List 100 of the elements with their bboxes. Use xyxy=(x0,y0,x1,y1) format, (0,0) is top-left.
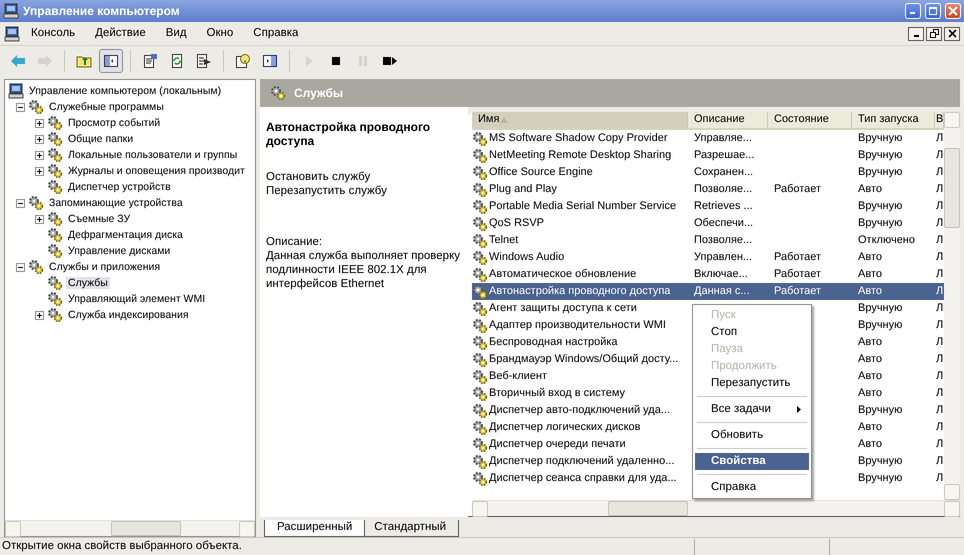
tree-item[interactable]: Запоминающие устройства xyxy=(47,196,185,210)
service-name[interactable]: Диспетчер авто-подключений уда... xyxy=(489,404,670,418)
service-name[interactable]: Вторичный вход в систему xyxy=(489,386,626,400)
service-name[interactable]: Windows Audio xyxy=(489,250,564,264)
panel-title: Службы xyxy=(294,86,344,100)
service-name[interactable]: Диспетчер очереди печати xyxy=(489,438,626,452)
table-cell: Л xyxy=(936,200,944,212)
gear-icon xyxy=(472,130,488,146)
service-name[interactable]: Брандмауэр Windows/Общий досту... xyxy=(489,352,678,366)
menu-item[interactable]: Все задачи xyxy=(695,401,809,418)
column-header[interactable]: Состояние xyxy=(768,112,852,128)
table-cell: Л xyxy=(936,472,944,484)
expand-toggle[interactable] xyxy=(35,166,44,176)
tree-item[interactable]: Служба индексирования xyxy=(66,308,191,322)
tree-item[interactable]: Просмотр событий xyxy=(66,116,162,130)
collapse-toggle[interactable] xyxy=(16,102,25,112)
gear-icon xyxy=(472,148,488,164)
column-label: Описание xyxy=(694,113,745,127)
table-cell: Вручную xyxy=(858,132,902,144)
help-icon xyxy=(235,53,251,69)
service-name[interactable]: Plug and Play xyxy=(489,182,557,196)
minimize-button[interactable] xyxy=(908,26,924,40)
table-cell: Вручную xyxy=(858,148,902,161)
menu-item[interactable]: Окно xyxy=(198,24,242,42)
service-name[interactable]: Portable Media Serial Number Service xyxy=(489,200,676,214)
service-name[interactable]: Диспетчер логических дисков xyxy=(489,420,641,434)
column-header[interactable]: Тип запуска xyxy=(852,112,935,128)
tree-item[interactable]: Службы xyxy=(66,276,110,290)
expand-toggle[interactable] xyxy=(35,134,44,144)
table-cell: Л xyxy=(936,166,944,178)
gear-icon xyxy=(472,182,488,198)
service-name[interactable]: NetMeeting Remote Desktop Sharing xyxy=(489,148,672,162)
tree-toggle-button[interactable] xyxy=(99,49,123,73)
service-name[interactable]: MS Software Shadow Copy Provider xyxy=(489,132,668,146)
tree-item[interactable]: Журналы и оповещения производит xyxy=(66,164,247,178)
menu-item[interactable]: Справка xyxy=(244,24,308,42)
service-name[interactable]: Веб-клиент xyxy=(489,370,548,384)
menu-item[interactable]: Действие xyxy=(86,24,155,42)
table-cell: Разрешае... xyxy=(694,148,754,161)
service-name[interactable]: Автонастройка проводного доступа xyxy=(489,284,670,298)
vertical-scrollbar[interactable] xyxy=(944,112,960,500)
gear-icon xyxy=(47,307,63,323)
menu-item[interactable]: Перезапустить xyxy=(695,375,809,392)
scroll-thumb[interactable] xyxy=(608,501,688,516)
close-icon xyxy=(948,29,956,38)
maximize-button[interactable] xyxy=(925,3,941,19)
menu-item[interactable]: Стоп xyxy=(695,324,809,341)
table-cell: Л xyxy=(936,132,944,144)
service-name[interactable]: Агент защиты доступа к сети xyxy=(489,302,637,316)
menu-item[interactable]: Обновить xyxy=(695,427,809,444)
column-header[interactable]: Описание xyxy=(688,112,768,128)
tree-item[interactable]: Локальные пользователи и группы xyxy=(66,148,240,162)
expand-toggle[interactable] xyxy=(35,214,44,224)
expand-toggle[interactable] xyxy=(35,118,44,128)
tree-item[interactable]: Съемные ЗУ xyxy=(66,212,132,226)
action-link[interactable]: Остановить xyxy=(266,170,329,183)
action-link[interactable]: Перезапустить xyxy=(266,184,346,197)
column-header[interactable]: Имя xyxy=(472,112,688,128)
menu-item[interactable]: Консоль xyxy=(22,24,84,42)
expand-toggle[interactable] xyxy=(35,310,44,320)
service-name[interactable]: Диспетчер сеанса справки для уда... xyxy=(489,472,677,486)
restore-button[interactable] xyxy=(926,26,942,40)
column-label: Тип запуска xyxy=(858,113,919,127)
description-text: Данная служба выполняет проверку подлинности IEEE 802.1X для интерфейсов Ethernet xyxy=(266,250,461,292)
tree-item[interactable]: Служебные программы xyxy=(47,100,166,114)
tree-item[interactable]: Управление компьютером (локальным) xyxy=(27,84,224,98)
scroll-thumb[interactable] xyxy=(111,521,181,536)
expand-toggle[interactable] xyxy=(35,150,44,160)
service-name[interactable]: Беспроводная настройка xyxy=(489,336,618,350)
tree-item[interactable]: Службы и приложения xyxy=(47,260,162,274)
service-name[interactable]: Автоматическое обновление xyxy=(489,268,636,282)
horizontal-scrollbar[interactable] xyxy=(5,520,255,536)
service-name[interactable]: Адаптер производительности WMI xyxy=(489,318,666,332)
tree-item[interactable]: Общие папки xyxy=(66,132,136,146)
service-name[interactable]: Office Source Engine xyxy=(489,166,593,180)
gear-icon xyxy=(47,179,63,195)
horizontal-scrollbar[interactable] xyxy=(472,500,960,516)
properties-icon xyxy=(142,53,158,69)
tree-item[interactable]: Управление дисками xyxy=(66,244,172,258)
table-cell: Авто xyxy=(858,438,882,450)
close-button[interactable] xyxy=(944,26,960,40)
service-name[interactable]: Диспетчер подключений удаленно... xyxy=(489,454,674,468)
collapse-toggle[interactable] xyxy=(16,198,25,208)
table-cell: Работает xyxy=(774,182,822,195)
tree-item[interactable]: Дефрагментация диска xyxy=(66,228,185,242)
menu-item[interactable]: Справка xyxy=(695,479,809,496)
submenu-arrow-icon xyxy=(797,406,801,413)
menu-item[interactable]: Вид xyxy=(156,24,196,42)
scroll-thumb[interactable] xyxy=(944,148,960,228)
tree-item[interactable]: Диспетчер устройств xyxy=(66,180,173,194)
view-tab[interactable]: Расширенный xyxy=(264,520,366,537)
collapse-toggle[interactable] xyxy=(16,262,25,272)
tree-item[interactable]: Управляющий элемент WMI xyxy=(66,292,208,306)
gear-icon xyxy=(47,291,63,307)
table-cell: Вручную xyxy=(858,404,902,416)
service-name[interactable]: QoS RSVP xyxy=(489,216,544,230)
description-label: Описание: xyxy=(266,236,324,250)
service-name[interactable]: Telnet xyxy=(489,234,518,248)
table-cell: Л xyxy=(936,352,944,365)
menu-item[interactable]: Свойства xyxy=(695,453,809,470)
